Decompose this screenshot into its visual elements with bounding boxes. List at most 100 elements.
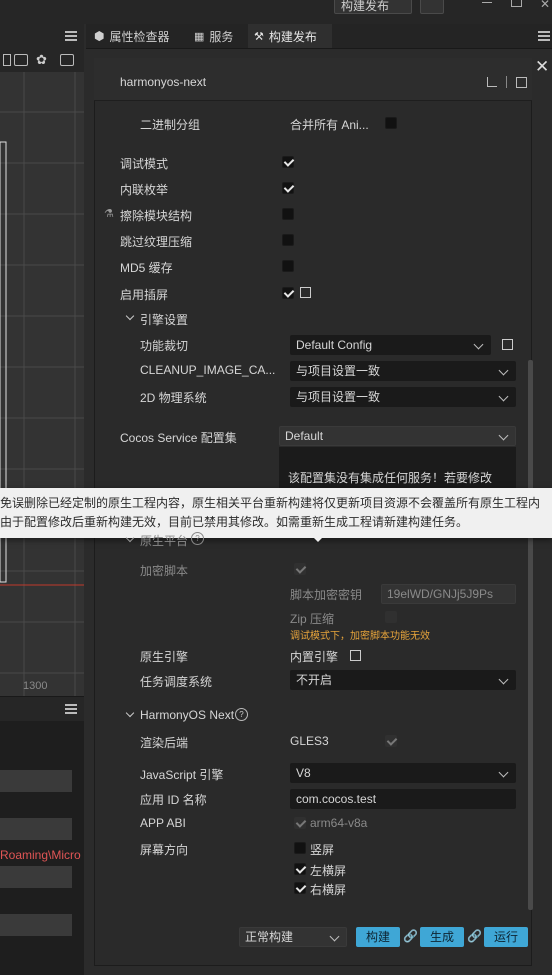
md5-cache-label: MD5 缓存 [120,261,173,275]
close-window-icon[interactable]: ✕ [540,0,550,11]
close-panel-icon[interactable]: ✕ [535,57,549,77]
cleanup-label: CLEANUP_IMAGE_CA... [140,363,276,377]
js-engine-select[interactable]: V8 [290,763,516,783]
tool-icon[interactable] [3,54,11,66]
feature-crop-label: 功能裁切 [140,339,189,353]
app-id-input[interactable]: com.cocos.test [290,789,516,809]
scene-grid[interactable] [0,72,84,720]
edit-engine-icon[interactable] [350,650,361,661]
build-button[interactable]: 构建 [356,927,400,947]
tab-bar: ⬢ 属性检查器 ▦ 服务 ⚒ 构建发布 [86,24,552,49]
task-scheduler-select[interactable]: 不开启 [290,670,516,690]
gear-icon[interactable]: ✿ [36,52,47,68]
tab-services[interactable]: ▦ 服务 [188,24,246,48]
debug-mode-checkbox[interactable] [282,156,294,168]
edit-splash-icon[interactable] [300,287,311,298]
merge-all-label: 合并所有 Ani... [290,118,369,132]
menu-icon[interactable] [65,704,77,706]
enable-splash-checkbox[interactable] [282,287,294,299]
scene-toolbar: ✿ [0,46,84,72]
js-engine-label: JavaScript 引擎 [140,768,224,782]
build-mode-value: 正常构建 [245,930,294,944]
native-engine-value: 内置引擎 [290,650,339,664]
build-mode-select[interactable]: 正常构建 [239,927,347,947]
path-text: Roaming\Micro [0,848,81,862]
app-id-value: com.cocos.test [296,792,377,806]
path-item[interactable]: Roaming\Micro [0,846,84,864]
top-bar: 构建发布 ✕ [0,0,552,24]
render-backend-checkbox[interactable] [385,735,397,747]
list-item[interactable] [0,818,72,840]
edit-config-icon[interactable] [502,339,513,350]
tooltip: 免误删除已经定制的原生工程内容，原生相关平台重新构建将仅更新项目资源不会覆盖所有… [0,488,552,542]
minimize-icon[interactable] [482,2,492,3]
platform-title: harmonyos-next [120,75,207,89]
list-item[interactable] [0,866,72,888]
flask-icon: ⚗ [104,208,114,220]
feature-crop-select[interactable]: Default Config [290,335,491,355]
encrypt-key-input[interactable]: 19elWD/GNJj5J9Ps [381,584,516,604]
maximize-icon[interactable] [511,0,522,7]
erase-module-label: 擦除模块结构 [120,209,193,223]
landscape-right-checkbox[interactable] [294,882,306,894]
export-icon[interactable] [516,77,527,88]
portrait-checkbox[interactable] [294,842,306,854]
make-button[interactable]: 生成 [420,927,464,947]
build-publish-top-label: 构建发布 [341,0,390,13]
hammer-icon: ⚒ [254,30,264,43]
cocos-service-label: Cocos Service 配置集 [120,431,237,445]
save-icon[interactable] [420,0,444,14]
service-note: 该配置集没有集成任何服务！若要修改 [288,471,493,485]
harmony-section-label: HarmonyOS Next [140,708,235,722]
help-icon[interactable]: ? [191,532,204,545]
run-button[interactable]: 运行 [484,927,528,947]
encrypt-key-label: 脚本加密密钥 [290,588,363,602]
tab-services-label: 服务 [209,29,234,44]
app-abi-value: arm64-v8a [310,816,368,830]
scene-panel-header [0,24,84,46]
tooltip-line-1: 免误删除已经定制的原生工程内容，原生相关平台重新构建将仅更新项目资源不会覆盖所有… [0,496,541,510]
js-engine-value: V8 [296,766,311,780]
image-icon[interactable] [60,54,74,66]
cocos-service-value: Default [285,429,324,443]
inline-enum-checkbox[interactable] [282,182,294,194]
camera-icon[interactable] [14,54,28,66]
physics-2d-value: 与项目设置一致 [296,390,381,404]
zip-compress-checkbox[interactable] [385,611,397,623]
physics-2d-select[interactable]: 与项目设置一致 [290,387,516,407]
erase-module-checkbox[interactable] [282,208,294,220]
link-icon[interactable]: 🔗 [467,929,482,943]
enable-splash-label: 启用插屏 [120,288,169,302]
cleanup-select[interactable]: 与项目设置一致 [290,361,516,381]
menu-icon[interactable] [65,31,77,33]
ruler-value: 1300 [23,680,48,692]
help-icon[interactable]: ? [235,708,248,721]
merge-all-checkbox[interactable] [385,117,397,129]
landscape-left-checkbox[interactable] [294,863,306,875]
tooltip-arrow [312,536,324,542]
panel-scrollbar[interactable] [528,360,533,910]
landscape-right-label: 右横屏 [310,883,347,897]
render-backend-value: GLES3 [290,734,329,748]
tab-build-publish[interactable]: ⚒ 构建发布 [248,24,332,48]
menu-icon[interactable] [538,31,550,33]
task-scheduler-value: 不开启 [296,673,333,687]
encrypt-script-checkbox[interactable] [294,563,306,575]
cocos-service-select[interactable]: Default [279,426,516,446]
assets-header [0,696,84,721]
build-publish-top-button[interactable]: 构建发布 [334,0,412,14]
md5-cache-checkbox[interactable] [282,260,294,272]
encrypt-script-label: 加密脚本 [140,564,189,578]
list-item[interactable] [0,914,72,936]
import-icon[interactable] [487,77,497,87]
service-note-box: 该配置集没有集成任何服务！若要修改 [279,447,516,493]
list-item[interactable] [0,770,72,792]
link-icon[interactable]: 🔗 [403,929,418,943]
tooltip-line-2: 由于配置修改后重新构建无效，目前已禁用其修改。如需重新生成工程请新建构建任务。 [0,515,469,529]
app-abi-checkbox[interactable] [294,817,306,829]
screen-orientation-label: 屏幕方向 [140,843,189,857]
skip-texture-checkbox[interactable] [282,234,294,246]
tab-inspector[interactable]: ⬢ 属性检查器 [88,24,186,48]
engine-settings-label: 引擎设置 [140,313,189,327]
app-abi-label: APP ABI [140,816,186,830]
